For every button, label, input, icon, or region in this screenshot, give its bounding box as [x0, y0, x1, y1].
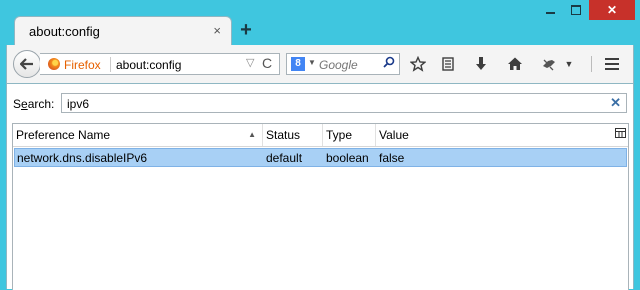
maximize-button[interactable]	[563, 0, 589, 20]
reload-icon[interactable]: C	[262, 55, 272, 71]
status-cell: default	[266, 151, 303, 165]
table-row[interactable]: network.dns.disableIPv6 default boolean …	[14, 148, 627, 167]
menu-icon[interactable]	[601, 54, 623, 74]
column-header-status[interactable]: Status	[263, 124, 323, 146]
back-button[interactable]	[13, 50, 41, 78]
clear-filter-icon[interactable]: ✕	[610, 95, 621, 111]
minimize-button[interactable]	[537, 0, 563, 20]
addon-icon[interactable]	[538, 54, 560, 74]
column-picker-icon[interactable]	[614, 128, 626, 140]
value-cell: false	[379, 151, 405, 165]
engine-dropdown-icon[interactable]: ▼	[308, 58, 316, 67]
search-go-icon[interactable]	[383, 56, 395, 71]
preference-filter-input[interactable]: ipv6 ✕	[61, 93, 627, 113]
back-icon	[20, 58, 33, 70]
sort-ascending-icon: ▲	[248, 130, 256, 139]
bookmark-star-icon[interactable]	[407, 54, 429, 74]
search-label: Search:	[13, 97, 55, 111]
firefox-icon	[48, 58, 60, 70]
search-bar[interactable]: 8 ▼ Google	[286, 53, 400, 75]
tab-about-config[interactable]: about:config ×	[14, 16, 232, 46]
search-placeholder: Google	[319, 58, 358, 72]
column-header-type[interactable]: Type	[323, 124, 376, 146]
navigation-toolbar: Firefox about:config ▽ C 8 ▼ Google ▼	[6, 45, 634, 83]
filter-value: ipv6	[67, 97, 90, 111]
bookmarks-menu-icon[interactable]	[437, 54, 459, 74]
url-bar[interactable]: Firefox about:config ▽ C	[40, 53, 280, 75]
column-header-preference-name[interactable]: Preference Name ▲	[13, 124, 263, 146]
home-icon[interactable]	[504, 54, 526, 74]
new-tab-button[interactable]: +	[234, 18, 258, 42]
url-text: about:config	[116, 58, 182, 72]
about-config-page: Search: ipv6 ✕ Preference Name ▲ Status …	[6, 83, 634, 290]
minimize-icon	[545, 12, 555, 14]
download-icon[interactable]	[470, 54, 492, 74]
history-dropdown-icon[interactable]: ▽	[246, 56, 254, 69]
preferences-table: Preference Name ▲ Status Type Value netw…	[12, 123, 629, 290]
search-engine-icon[interactable]: 8	[291, 57, 305, 71]
addon-dropdown-icon[interactable]: ▼	[562, 54, 576, 74]
close-icon: ✕	[606, 3, 618, 17]
tab-title: about:config	[29, 24, 100, 39]
identity-label: Firefox	[64, 58, 101, 72]
toolbar-divider	[591, 56, 592, 72]
tab-close-icon[interactable]: ×	[213, 23, 221, 38]
type-cell: boolean	[326, 151, 369, 165]
preference-name-cell: network.dns.disableIPv6	[17, 151, 148, 165]
maximize-icon	[571, 5, 581, 15]
url-divider	[110, 57, 111, 72]
table-header: Preference Name ▲ Status Type Value	[13, 124, 628, 147]
close-window-button[interactable]: ✕	[589, 0, 635, 20]
column-header-value[interactable]: Value	[376, 124, 612, 146]
